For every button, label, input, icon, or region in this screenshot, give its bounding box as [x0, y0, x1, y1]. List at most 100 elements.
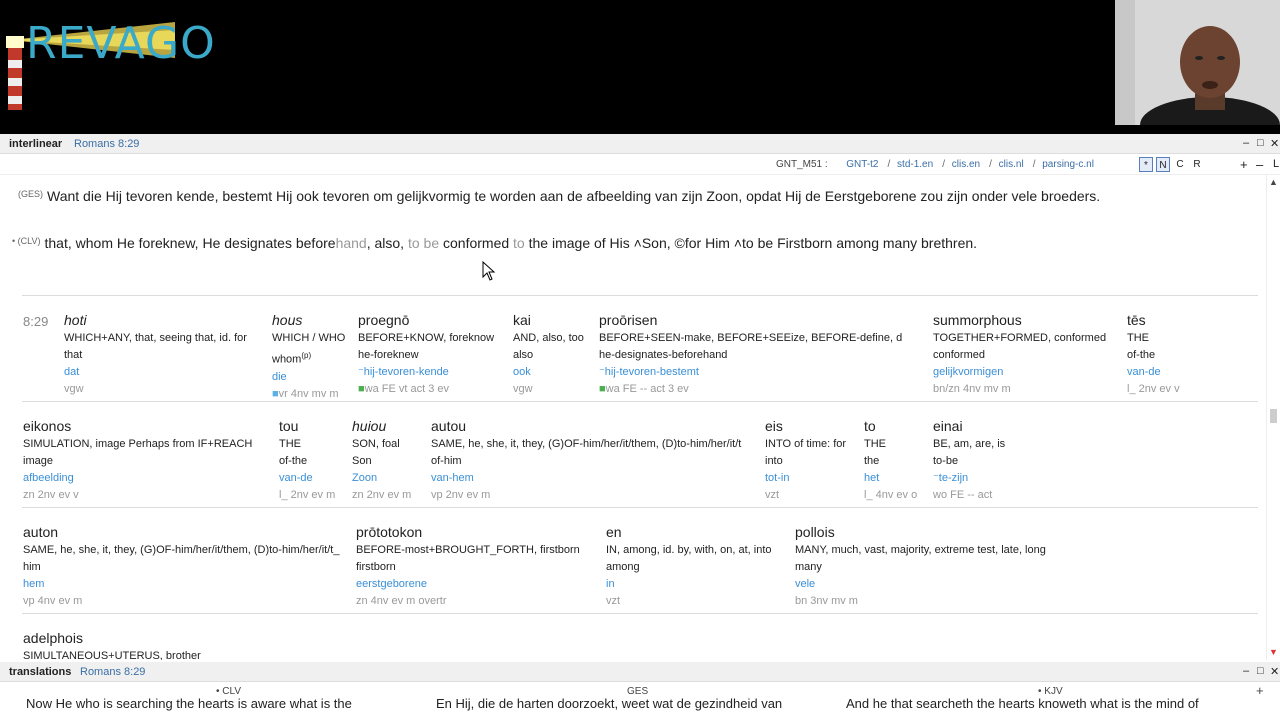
dutch-word[interactable]: tot-in — [765, 470, 861, 487]
dutch-word[interactable]: die — [272, 369, 356, 386]
dutch-word[interactable]: van-de — [1127, 364, 1237, 381]
dutch-word[interactable]: ⁻hij-tevoren-kende — [358, 364, 510, 381]
revago-logo: REVAGO — [0, 0, 215, 120]
toggle-c[interactable]: C — [1173, 157, 1187, 172]
dutch-word[interactable]: dat — [64, 364, 269, 381]
toggle-star[interactable]: * — [1139, 157, 1153, 172]
ges-tag[interactable]: (GES) — [18, 189, 43, 199]
dutch-word[interactable]: eerstgeborene — [356, 576, 602, 593]
greek-word[interactable]: prōtotokon — [356, 522, 602, 542]
word-block[interactable]: hous WHICH / WHO whom(p) die ■vr 4nv mv … — [272, 310, 356, 403]
english-word: of-the — [279, 455, 308, 467]
english-gloss: AND, also, too — [513, 332, 584, 344]
word-block[interactable]: autou SAME, he, she, it, they, (G)OF-him… — [431, 416, 761, 504]
maximize-icon[interactable]: □ — [1257, 665, 1264, 677]
word-block[interactable]: adelphois SIMULTANEOUS+UTERUS, brother — [23, 628, 323, 660]
word-block[interactable]: hoti WHICH+ANY, that, seeing that, id. f… — [64, 310, 269, 398]
remove-icon[interactable]: – — [1256, 157, 1263, 172]
clv-tag[interactable]: • (CLV) — [12, 236, 41, 246]
greek-word[interactable]: eis — [765, 416, 861, 436]
word-block[interactable]: proōrisen BEFORE+SEEN-make, BEFORE+SEEiz… — [599, 310, 927, 398]
word-block[interactable]: einai BE, am, are, is to-be ⁻te-zijn wo … — [933, 416, 1043, 504]
add-icon[interactable]: + — [1240, 157, 1248, 172]
greek-word[interactable]: eikonos — [23, 416, 277, 436]
word-block[interactable]: pollois MANY, much, vast, majority, extr… — [795, 522, 1085, 610]
close-icon[interactable]: ✕ — [1270, 665, 1279, 678]
scroll-up-icon[interactable]: ▲ — [1269, 177, 1278, 187]
greek-word[interactable]: en — [606, 522, 792, 542]
vertical-scrollbar[interactable]: ▲ ▼ — [1266, 175, 1280, 660]
clv-text-d: to be — [407, 235, 440, 251]
divider — [22, 507, 1258, 508]
greek-word[interactable]: proōrisen — [599, 310, 927, 330]
word-block[interactable]: eikonos SIMULATION, image Perhaps from I… — [23, 416, 277, 504]
panel-reference[interactable]: Romans 8:29 — [80, 666, 145, 678]
greek-word[interactable]: auton — [23, 522, 353, 542]
parsing: zn 4nv ev m overtr — [356, 595, 447, 607]
word-block[interactable]: eis INTO of time: for into tot-in vzt — [765, 416, 861, 504]
greek-word[interactable]: huiou — [352, 416, 428, 436]
dutch-word[interactable]: ook — [513, 364, 597, 381]
greek-word[interactable]: hoti — [64, 310, 269, 330]
add-icon[interactable]: + — [1256, 683, 1264, 698]
greek-word[interactable]: proegnō — [358, 310, 510, 330]
minimize-icon[interactable]: – — [1243, 665, 1249, 677]
word-block[interactable]: tēs THE of-the van-de l_ 2nv ev v — [1127, 310, 1237, 398]
parsing: ■wa FE vt act 3 ev — [358, 383, 450, 395]
dutch-word[interactable]: afbeelding — [23, 470, 277, 487]
greek-word[interactable]: tou — [279, 416, 349, 436]
word-block[interactable]: en IN, among, id. by, with, on, at, into… — [606, 522, 792, 610]
dutch-word[interactable]: ⁻te-zijn — [933, 470, 1043, 487]
module-gnt-m51[interactable]: GNT_M51 : — [776, 159, 828, 170]
greek-word[interactable]: adelphois — [23, 628, 323, 648]
parsing: vgw — [513, 383, 533, 395]
l-icon[interactable]: L — [1273, 158, 1279, 170]
greek-word[interactable]: to — [864, 416, 930, 436]
word-block[interactable]: summorphous TOGETHER+FORMED, conformed c… — [933, 310, 1123, 398]
greek-word[interactable]: autou — [431, 416, 761, 436]
panel-reference[interactable]: Romans 8:29 — [74, 138, 139, 150]
word-block[interactable]: auton SAME, he, she, it, they, (G)OF-him… — [23, 522, 353, 610]
english-word: of-him — [431, 455, 462, 467]
english-gloss: MANY, much, vast, majority, extreme test… — [795, 544, 1046, 556]
dutch-word[interactable]: van-hem — [431, 470, 761, 487]
dutch-word[interactable]: vele — [795, 576, 1085, 593]
minimize-icon[interactable]: – — [1243, 137, 1249, 149]
scroll-thumb[interactable] — [1270, 409, 1277, 423]
scroll-down-icon[interactable]: ▼ — [1269, 647, 1278, 657]
ges-verse-line: (GES) Want die Hij tevoren kende, bestemt… — [18, 188, 1100, 204]
module-clis-nl[interactable]: clis.nl — [999, 159, 1024, 170]
word-block[interactable]: to THE the het l_ 4nv ev o — [864, 416, 930, 504]
greek-word[interactable]: kai — [513, 310, 597, 330]
dutch-word[interactable]: gelijkvormigen — [933, 364, 1123, 381]
dutch-word[interactable]: hem — [23, 576, 353, 593]
word-block[interactable]: proegnō BEFORE+KNOW, foreknow he-forekne… — [358, 310, 510, 398]
english-gloss: SON, foal — [352, 438, 400, 450]
toggle-r[interactable]: R — [1190, 157, 1204, 172]
parsing: l_ 4nv ev o — [864, 489, 918, 501]
dutch-word[interactable]: in — [606, 576, 792, 593]
module-gnt-t2[interactable]: GNT-t2 — [846, 159, 878, 170]
module-clis-en[interactable]: clis.en — [952, 159, 980, 170]
logo-text: REVAGO — [26, 18, 216, 69]
word-block[interactable]: prōtotokon BEFORE-most+BROUGHT_FORTH, fi… — [356, 522, 602, 610]
translations-panel: translations Romans 8:29 – □ ✕ • CLV GES… — [0, 662, 1280, 720]
module-parsing[interactable]: parsing-c.nl — [1042, 159, 1094, 170]
dutch-word[interactable]: Zoon — [352, 470, 428, 487]
greek-word[interactable]: pollois — [795, 522, 1085, 542]
word-block[interactable]: huiou SON, foal Son Zoon zn 2nv ev m — [352, 416, 428, 504]
dutch-word[interactable]: ⁻hij-tevoren-bestemt — [599, 364, 927, 381]
close-icon[interactable]: ✕ — [1270, 137, 1279, 150]
maximize-icon[interactable]: □ — [1257, 137, 1264, 149]
module-std-en[interactable]: std-1.en — [897, 159, 933, 170]
webcam-video — [1115, 0, 1280, 125]
word-block[interactable]: kai AND, also, too also ook vgw — [513, 310, 597, 398]
greek-word[interactable]: einai — [933, 416, 1043, 436]
greek-word[interactable]: hous — [272, 310, 356, 330]
word-block[interactable]: tou THE of-the van-de l_ 2nv ev m — [279, 416, 349, 504]
dutch-word[interactable]: het — [864, 470, 930, 487]
toggle-n[interactable]: N — [1156, 157, 1170, 172]
greek-word[interactable]: tēs — [1127, 310, 1237, 330]
dutch-word[interactable]: van-de — [279, 470, 349, 487]
greek-word[interactable]: summorphous — [933, 310, 1123, 330]
